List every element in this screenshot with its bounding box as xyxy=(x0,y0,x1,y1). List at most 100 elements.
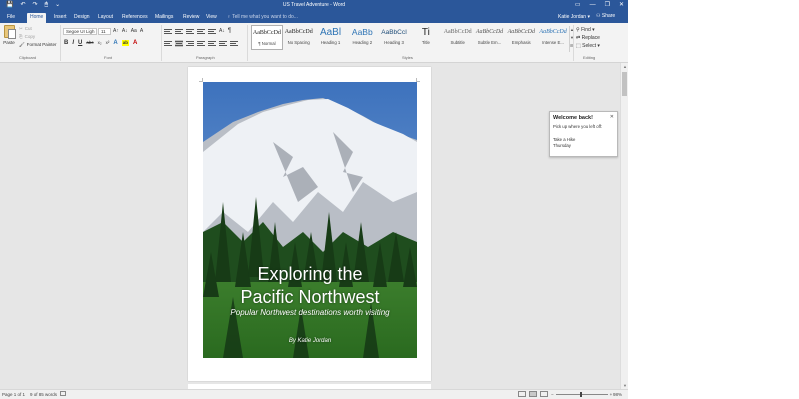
format-painter-button[interactable]: 🖌 Format Painter xyxy=(19,41,56,49)
grow-font-icon[interactable]: A↑ xyxy=(113,28,119,34)
tab-home[interactable]: Home xyxy=(27,13,47,23)
font-size-select[interactable]: 11 xyxy=(98,28,111,35)
zoom-slider-thumb[interactable] xyxy=(579,392,582,397)
replace-label: Replace xyxy=(581,35,600,41)
highlight-button[interactable]: ab xyxy=(121,40,129,46)
tab-review[interactable]: Review xyxy=(180,13,202,23)
tab-layout[interactable]: Layout xyxy=(95,13,116,23)
cover-image[interactable]: Exploring the Pacific Northwest Popular … xyxy=(203,82,417,358)
read-mode-icon[interactable] xyxy=(518,391,526,397)
scroll-thumb[interactable] xyxy=(622,72,627,96)
copy-button[interactable]: ⎘ Copy xyxy=(19,33,56,41)
tell-me-search[interactable]: ♀ Tell me what you want to do... xyxy=(227,14,298,20)
style-heading-3[interactable]: AaBbCcI Heading 3 xyxy=(378,25,410,50)
style-name: Heading 3 xyxy=(384,40,404,45)
tab-references[interactable]: References xyxy=(119,13,151,23)
text-effects-button[interactable]: A xyxy=(113,40,117,46)
close-icon[interactable]: ✕ xyxy=(619,1,624,9)
increase-indent-icon[interactable] xyxy=(208,28,216,35)
italic-button[interactable]: I xyxy=(72,40,74,46)
style-normal[interactable]: AaBbCcDd ¶ Normal xyxy=(251,25,283,50)
subscript-button[interactable]: x₂ xyxy=(98,40,102,46)
tab-mailings[interactable]: Mailings xyxy=(152,13,176,23)
minimize-icon[interactable]: — xyxy=(590,1,596,9)
align-right-icon[interactable] xyxy=(186,40,194,47)
align-left-icon[interactable] xyxy=(164,40,172,47)
paste-label: Paste xyxy=(3,40,15,45)
print-layout-icon[interactable] xyxy=(529,391,537,397)
cover-subtitle[interactable]: Popular Northwest destinations worth vis… xyxy=(203,308,417,317)
multilevel-list-icon[interactable] xyxy=(186,28,194,35)
borders-icon[interactable] xyxy=(230,40,238,47)
tab-design[interactable]: Design xyxy=(71,13,93,23)
scroll-down-arrow-icon[interactable]: ▼ xyxy=(621,383,629,388)
scroll-up-arrow-icon[interactable]: ▲ xyxy=(621,64,629,69)
vertical-scrollbar[interactable]: ▲ ▼ xyxy=(620,63,628,389)
align-center-icon[interactable] xyxy=(175,40,183,47)
style-intense-emphasis[interactable]: AaBbCcDd Intense E... xyxy=(537,25,569,50)
cover-author[interactable]: By Katie Jordan xyxy=(203,338,417,344)
shading-icon[interactable] xyxy=(219,40,227,47)
decrease-indent-icon[interactable] xyxy=(197,28,205,35)
style-name: Subtle Em... xyxy=(477,40,502,45)
find-button[interactable]: ⚲ Find ▾ xyxy=(576,26,600,34)
cover-title-line1[interactable]: Exploring the xyxy=(203,264,417,285)
style-heading-1[interactable]: AaBl Heading 1 xyxy=(315,25,347,50)
zoom-in-icon[interactable]: + xyxy=(610,392,613,397)
line-spacing-icon[interactable] xyxy=(208,40,216,47)
restore-icon[interactable]: ❐ xyxy=(605,1,610,9)
shrink-font-icon[interactable]: A↓ xyxy=(122,28,128,34)
tab-file[interactable]: File xyxy=(4,13,18,23)
welcome-back-popup[interactable]: ✕ Welcome back! Pick up where you left o… xyxy=(549,111,618,157)
tab-insert[interactable]: Insert xyxy=(51,13,70,23)
group-divider xyxy=(247,25,248,61)
tab-view[interactable]: View xyxy=(203,13,220,23)
web-layout-icon[interactable] xyxy=(540,391,548,397)
style-no-spacing[interactable]: AaBbCcDd No Spacing xyxy=(283,25,315,50)
sort-icon[interactable]: A↓ xyxy=(219,28,225,35)
show-formatting-icon[interactable]: ¶ xyxy=(228,28,231,35)
user-account[interactable]: Katie Jordan ▾ xyxy=(558,14,590,20)
ribbon-display-icon[interactable]: ▭ xyxy=(575,1,581,9)
find-label: Find ▾ xyxy=(581,27,595,33)
change-case-icon[interactable]: Aa xyxy=(131,28,137,34)
paste-button[interactable]: Paste xyxy=(2,25,16,51)
style-name: Title xyxy=(421,40,430,45)
close-popup-icon[interactable]: ✕ xyxy=(610,114,614,120)
numbering-icon[interactable] xyxy=(175,28,183,35)
select-button[interactable]: ⬚ Select ▾ xyxy=(576,42,600,50)
underline-button[interactable]: U xyxy=(78,40,82,46)
style-title[interactable]: Ti Title xyxy=(410,25,442,50)
proofing-icon[interactable] xyxy=(60,391,66,396)
page-count[interactable]: Page 1 of 1 xyxy=(2,392,25,397)
justify-icon[interactable] xyxy=(197,40,205,47)
zoom-slider[interactable] xyxy=(555,392,608,397)
cut-button[interactable]: ✂ Cut xyxy=(19,25,56,33)
replace-button[interactable]: ⇄ Replace xyxy=(576,34,600,42)
zoom-percent[interactable]: 98% xyxy=(613,392,622,397)
clear-formatting-icon[interactable]: A xyxy=(140,28,143,34)
font-color-button[interactable]: A xyxy=(133,40,137,46)
style-name: Heading 2 xyxy=(352,40,373,45)
bold-button[interactable]: B xyxy=(64,40,68,46)
cover-title-line2[interactable]: Pacific Northwest xyxy=(203,287,417,308)
style-preview: AaBl xyxy=(319,27,342,38)
editing-commands: ⚲ Find ▾ ⇄ Replace ⬚ Select ▾ xyxy=(576,26,600,50)
copy-label: Copy xyxy=(24,34,36,39)
style-heading-2[interactable]: AaBb Heading 2 xyxy=(346,25,378,50)
style-subtitle[interactable]: AaBbCcDd Subtitle xyxy=(442,25,474,50)
superscript-button[interactable]: x² xyxy=(106,40,110,46)
share-button[interactable]: ⚇ Share xyxy=(596,13,615,19)
bullets-icon[interactable] xyxy=(164,28,172,35)
zoom-out-icon[interactable]: − xyxy=(551,392,554,397)
font-family-select[interactable]: Segoe UI Ligh xyxy=(63,28,97,35)
strikethrough-button[interactable]: abc xyxy=(86,40,93,46)
styles-group-label: Styles xyxy=(402,55,413,60)
style-emphasis[interactable]: AaBbCcDd Emphasis xyxy=(505,25,537,50)
style-preview: AaBb xyxy=(351,27,373,37)
resume-link[interactable]: Take a Hike xyxy=(553,137,614,142)
editing-group-label: Editing xyxy=(583,55,596,60)
word-count[interactable]: 9 of 85 words xyxy=(30,392,57,397)
style-subtle-emphasis[interactable]: AaBbCcDd Subtle Em... xyxy=(474,25,506,50)
popup-title: Welcome back! xyxy=(553,115,593,121)
